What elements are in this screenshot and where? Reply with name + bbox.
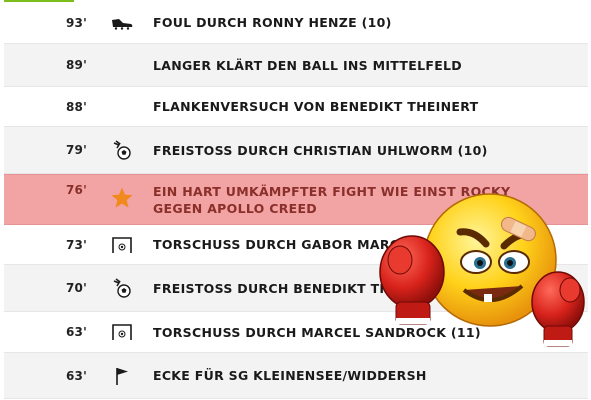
ticker-row[interactable]: 63' ECKE FÜR SG KLEINENSEE/WIDDERSH	[4, 353, 588, 399]
event-text: LANGER KLÄRT DEN BALL INS MITTELFELD	[153, 57, 462, 73]
event-minute: 70'	[66, 281, 87, 295]
event-text: FOUL DURCH RONNY HENZE (10)	[153, 15, 392, 30]
soccer-shoe-icon	[110, 11, 134, 35]
boxing-emoji-icon	[378, 190, 588, 350]
ticker-row[interactable]: 89' LANGER KLÄRT DEN BALL INS MITTELFELD	[4, 44, 588, 87]
corner-flag-icon	[110, 364, 134, 388]
goal-shot-icon	[110, 233, 134, 257]
free-kick-icon	[110, 276, 134, 300]
event-minute: 63'	[66, 368, 87, 383]
event-minute: 88'	[66, 99, 87, 114]
ticker-row[interactable]: 79' FREISTOSS DURCH CHRISTIAN UHLWORM (1…	[4, 127, 588, 174]
ticker-row[interactable]: 88' FLANKENVERSUCH VON BENEDIKT THEINERT	[4, 87, 588, 127]
event-minute: 79'	[66, 143, 87, 157]
event-minute: 89'	[66, 58, 87, 72]
event-text: FREISTOSS DURCH CHRISTIAN UHLWORM (10)	[153, 142, 488, 158]
goal-shot-icon	[110, 320, 134, 344]
ticker-row[interactable]: 93' FOUL DURCH RONNY HENZE (10)	[4, 2, 588, 44]
event-minute: 76'	[66, 183, 87, 197]
star-icon	[110, 186, 134, 210]
event-minute: 73'	[66, 237, 87, 252]
event-text: FLANKENVERSUCH VON BENEDIKT THEINERT	[153, 99, 479, 114]
free-kick-icon	[110, 138, 134, 162]
event-minute: 63'	[66, 325, 87, 339]
event-text: ECKE FÜR SG KLEINENSEE/WIDDERSH	[153, 368, 427, 383]
event-minute: 93'	[66, 15, 87, 30]
